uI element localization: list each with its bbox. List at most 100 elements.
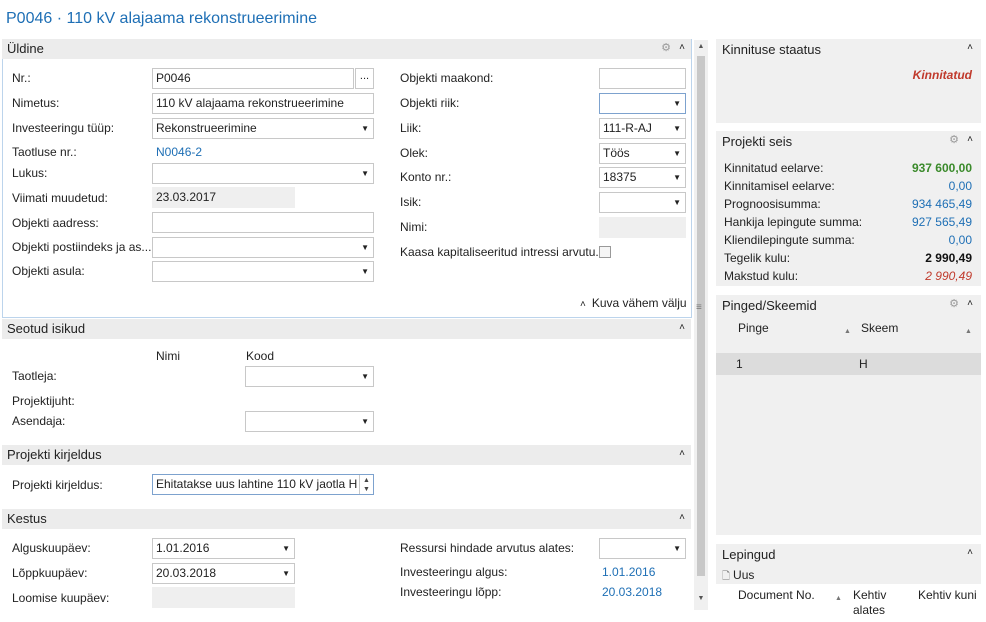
valid-from-column-header[interactable]: Kehtiv alates bbox=[853, 588, 893, 618]
object-country-select[interactable]: ▼ bbox=[599, 93, 686, 114]
persons-title: Seotud isikud bbox=[7, 321, 86, 336]
status-label: Olek: bbox=[400, 146, 429, 160]
last-modified-label: Viimati muudetud: bbox=[12, 191, 108, 205]
pending-budget-value[interactable]: 0,00 bbox=[949, 179, 972, 193]
collapse-chevron-icon[interactable]: ˄ bbox=[964, 134, 976, 146]
table-row[interactable]: 1 H bbox=[716, 353, 981, 375]
dropdown-arrow-icon: ▼ bbox=[361, 372, 369, 381]
nr-label: Nr.: bbox=[12, 71, 31, 85]
vendor-contracts-value[interactable]: 927 565,49 bbox=[912, 215, 972, 229]
person-select[interactable]: ▼ bbox=[599, 192, 686, 213]
dropdown-arrow-icon: ▼ bbox=[282, 569, 290, 578]
dropdown-arrow-icon: ▼ bbox=[361, 417, 369, 426]
show-less-button[interactable]: ˄ Kuva vähem välju bbox=[580, 296, 687, 310]
type-select[interactable]: 111-R-AJ ▼ bbox=[599, 118, 686, 139]
end-date-value: 20.03.2018 bbox=[156, 566, 217, 580]
investment-type-select[interactable]: Rekonstrueerimine ▼ bbox=[152, 118, 374, 139]
application-nr-link[interactable]: N0046-2 bbox=[156, 145, 202, 159]
sort-icon[interactable]: ▲ bbox=[965, 328, 972, 335]
chevron-up-icon: ˄ bbox=[580, 299, 586, 310]
investment-start-value: 1.01.2016 bbox=[602, 565, 656, 579]
document-no-column-header[interactable]: Document No. bbox=[738, 588, 815, 602]
project-state-title: Projekti seis bbox=[722, 134, 793, 149]
factbox-voltage-schemes: Pinged/Skeemid ⚙ ˄ Pinge ▲ Skeem ▲ 1 H bbox=[716, 295, 981, 535]
pane-splitter-icon[interactable]: ≡ bbox=[696, 302, 702, 313]
created-date-label: Loomise kuupäev: bbox=[12, 591, 110, 605]
description-value: Ehitatakse uus lahtine 110 kV jaotla H bbox=[156, 477, 358, 491]
object-county-label: Objekti maakond: bbox=[400, 71, 494, 85]
voltage-column-header[interactable]: Pinge bbox=[738, 321, 769, 335]
settings-gear-icon[interactable]: ⚙ bbox=[948, 134, 960, 146]
textarea-spinner[interactable]: ▲ ▼ bbox=[359, 475, 373, 494]
show-less-label: Kuva vähem välju bbox=[591, 296, 687, 310]
dropdown-arrow-icon: ▼ bbox=[361, 124, 369, 133]
deputy-label: Asendaja: bbox=[12, 414, 66, 428]
status-select[interactable]: Töös ▼ bbox=[599, 143, 686, 164]
approved-budget-label: Kinnitatud eelarve: bbox=[724, 161, 824, 175]
name-field[interactable]: 110 kV alajaama rekonstrueerimine bbox=[152, 93, 374, 114]
locked-label: Lukus: bbox=[12, 166, 48, 180]
object-settlement-select[interactable]: ▼ bbox=[152, 261, 374, 282]
valid-to-column-header[interactable]: Kehtiv kuni bbox=[918, 588, 977, 602]
capitalized-interest-checkbox[interactable] bbox=[599, 246, 611, 258]
description-header[interactable]: Projekti kirjeldus ˄ bbox=[2, 445, 691, 465]
scroll-down-icon[interactable]: ▼ bbox=[694, 592, 708, 606]
collapse-chevron-icon[interactable]: ˄ bbox=[676, 448, 688, 460]
approved-budget-value[interactable]: 937 600,00 bbox=[912, 161, 972, 175]
status-value: Töös bbox=[603, 146, 630, 160]
locked-select[interactable]: ▼ bbox=[152, 163, 374, 184]
investment-end-value: 20.03.2018 bbox=[602, 585, 663, 599]
object-county-field[interactable] bbox=[599, 68, 686, 89]
page-title: P0046 · 110 kV alajaama rekonstrueerimin… bbox=[6, 10, 317, 27]
vendor-contracts-label: Hankija lepingute summa: bbox=[724, 215, 863, 229]
duration-header[interactable]: Kestus ˄ bbox=[2, 509, 691, 529]
object-postcode-select[interactable]: ▼ bbox=[152, 237, 374, 258]
sort-icon[interactable]: ▲ bbox=[835, 595, 842, 602]
object-postcode-label: Objekti postiindeks ja as... bbox=[12, 240, 152, 254]
collapse-chevron-icon[interactable]: ˄ bbox=[964, 547, 976, 559]
object-address-field[interactable] bbox=[152, 212, 374, 233]
forecast-sum-value[interactable]: 934 465,49 bbox=[912, 197, 972, 211]
dropdown-arrow-icon: ▼ bbox=[361, 169, 369, 178]
collapse-chevron-icon[interactable]: ˄ bbox=[964, 42, 976, 54]
main-scrollbar[interactable]: ▲ ▼ bbox=[694, 40, 708, 610]
collapse-chevron-icon[interactable]: ˄ bbox=[676, 42, 688, 54]
deputy-code-select[interactable]: ▼ bbox=[245, 411, 374, 432]
factbox-approval-status: Kinnituse staatus ˄ Kinnitatud bbox=[716, 39, 981, 123]
actual-cost-value: 2 990,49 bbox=[925, 251, 972, 265]
dropdown-arrow-icon: ▼ bbox=[673, 124, 681, 133]
scroll-up-icon[interactable]: ▲ bbox=[694, 40, 708, 54]
collapse-chevron-icon[interactable]: ˄ bbox=[964, 298, 976, 310]
dropdown-arrow-icon: ▼ bbox=[361, 243, 369, 252]
application-nr-label: Taotluse nr.: bbox=[12, 145, 77, 159]
persons-col-code: Kood bbox=[246, 349, 275, 363]
end-date-picker[interactable]: 20.03.2018 ▼ bbox=[152, 563, 295, 584]
capitalized-interest-label: Kaasa kapitaliseeritud intressi arvutu..… bbox=[400, 245, 606, 259]
created-date-field bbox=[152, 587, 295, 608]
settings-gear-icon[interactable]: ⚙ bbox=[948, 298, 960, 310]
start-date-picker[interactable]: 1.01.2016 ▼ bbox=[152, 538, 295, 559]
account-nr-select[interactable]: 18375 ▼ bbox=[599, 167, 686, 188]
collapse-chevron-icon[interactable]: ˄ bbox=[676, 512, 688, 524]
person-label: Isik: bbox=[400, 195, 422, 209]
description-textarea[interactable]: Ehitatakse uus lahtine 110 kV jaotla H ▲… bbox=[152, 474, 374, 495]
start-date-value: 1.01.2016 bbox=[156, 541, 210, 555]
dropdown-arrow-icon: ▼ bbox=[673, 198, 681, 207]
scrollbar-thumb[interactable] bbox=[697, 56, 705, 576]
applicant-code-select[interactable]: ▼ bbox=[245, 366, 374, 387]
collapse-chevron-icon[interactable]: ˄ bbox=[676, 322, 688, 334]
voltage-schemes-title: Pinged/Skeemid bbox=[722, 298, 817, 313]
investment-type-label: Investeeringu tüüp: bbox=[12, 121, 115, 135]
general-header[interactable]: Üldine ⚙ ˄ bbox=[2, 39, 691, 59]
contracts-table-header: Document No. ▲ Kehtiv alates Kehtiv kuni bbox=[716, 584, 981, 618]
sort-icon[interactable]: ▲ bbox=[844, 328, 851, 335]
nr-field[interactable]: P0046 bbox=[152, 68, 354, 89]
settings-gear-icon[interactable]: ⚙ bbox=[660, 42, 672, 54]
resource-price-calc-picker[interactable]: ▼ bbox=[599, 538, 686, 559]
persons-header[interactable]: Seotud isikud ˄ bbox=[2, 319, 691, 339]
nr-lookup-button[interactable]: ... bbox=[355, 68, 374, 89]
actual-cost-label: Tegelik kulu: bbox=[724, 251, 791, 265]
general-title: Üldine bbox=[7, 41, 44, 56]
scheme-column-header[interactable]: Skeem bbox=[861, 321, 898, 335]
customer-contracts-value[interactable]: 0,00 bbox=[949, 233, 972, 247]
